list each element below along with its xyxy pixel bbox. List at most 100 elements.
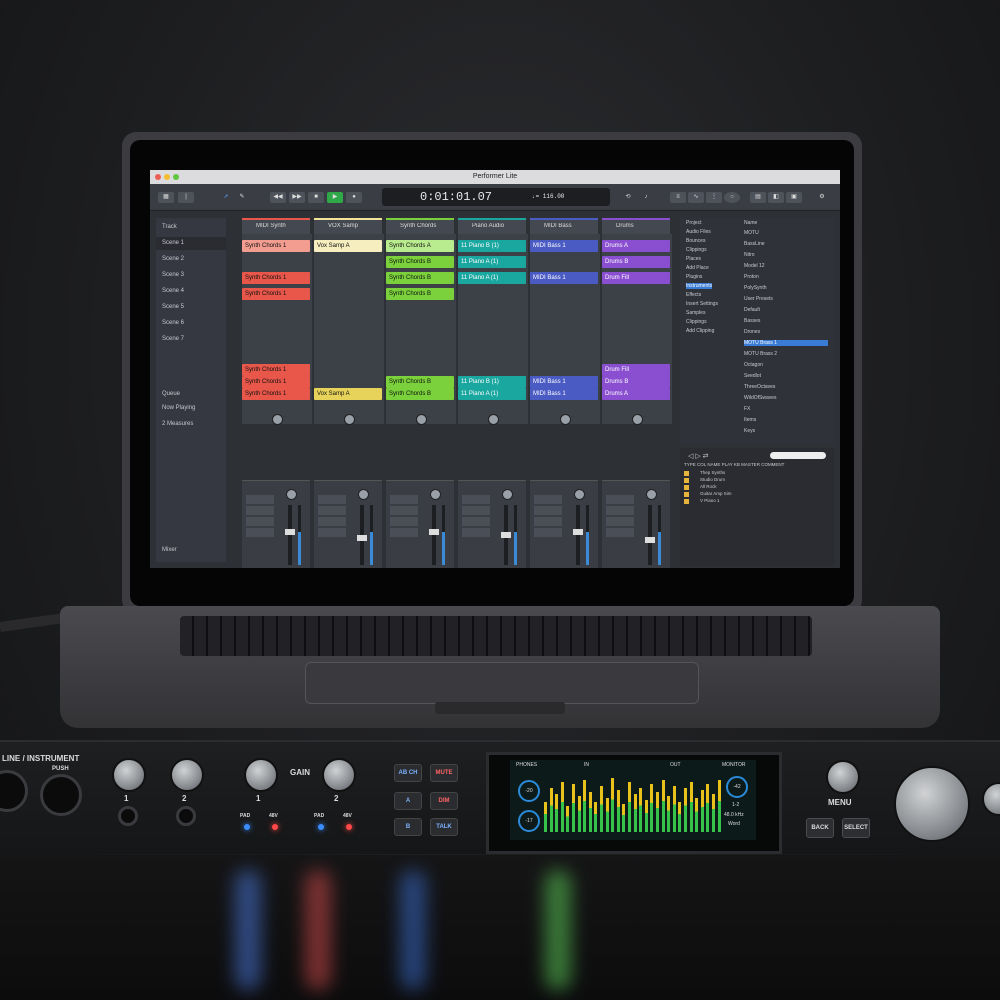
tree-item[interactable]: Instruments [686,283,713,289]
volume-fader[interactable] [501,505,511,565]
tree-item[interactable]: Seedlot [744,373,828,379]
combo-input-2[interactable] [40,774,82,816]
insert-slot[interactable] [534,528,562,537]
pointer-tool-icon[interactable]: ➚ [218,192,234,203]
metronome-icon[interactable]: ♪ [638,192,654,203]
volume-fader[interactable] [573,505,583,565]
clip[interactable]: Drum Fill [602,272,670,284]
tree-item[interactable]: Drones [744,329,828,335]
scene-row[interactable]: Scene 2 [156,253,226,266]
insert-slot[interactable] [390,495,418,504]
layout-icon[interactable]: ▣ [786,192,802,203]
insert-slot[interactable] [318,495,346,504]
tree-item[interactable]: Nitro [744,252,828,258]
tree-item[interactable]: ThreeOctaves [744,384,828,390]
list-item[interactable]: V Piano 1 [684,498,830,505]
clip[interactable]: Vox Samp A [314,240,382,252]
stop-clip-button[interactable] [416,414,427,425]
clip[interactable]: Synth Chords B [386,272,454,284]
time-counter[interactable]: 0:01:01.07 ♩= 116.00 [382,188,610,206]
insert-slot[interactable] [390,517,418,526]
tree-item[interactable]: Plugins [686,274,702,280]
queued-clip[interactable]: 11 Piano A (1) [458,388,526,400]
volume-fader[interactable] [645,505,655,565]
insert-slot[interactable] [246,506,274,515]
ab-ch-button[interactable]: AB CH [394,764,422,782]
tree-item[interactable]: MOTU Brass 2 [744,351,828,357]
volume-fader[interactable] [285,505,295,565]
clip[interactable]: Synth Chords 1 [242,240,310,252]
pad-led[interactable] [244,824,250,830]
fader-cap[interactable] [501,532,511,538]
queued-clip[interactable]: Synth Chords B [386,376,454,388]
scene-row[interactable]: Scene 4 [156,285,226,298]
clip[interactable]: Synth Chords 1 [242,288,310,300]
pan-knob[interactable] [646,489,657,500]
gain-knob-1[interactable] [112,758,146,792]
fader-cap[interactable] [285,529,295,535]
list-item[interactable]: Studio Drum [684,477,830,484]
list-view-icon[interactable]: ≡ [670,192,686,203]
tree-item[interactable]: FX [744,406,828,412]
pan-knob[interactable] [358,489,369,500]
tree-item[interactable]: Project [686,220,702,226]
scene-row[interactable]: Scene 7 [156,333,226,346]
insert-slot[interactable] [462,495,490,504]
insert-slot[interactable] [534,495,562,504]
clip[interactable]: Synth Chords 1 [242,272,310,284]
insert-slot[interactable] [534,506,562,515]
insert-slot[interactable] [318,528,346,537]
insert-slot[interactable] [390,506,418,515]
tree-item[interactable]: Audio Files [686,229,711,235]
track-header[interactable]: Synth Chords [386,218,454,234]
edge-knob[interactable] [982,782,1000,816]
track-header[interactable]: Drums [602,218,670,234]
tree-item[interactable]: Samples [686,310,705,316]
gain-knob-4[interactable] [322,758,356,792]
back-button[interactable]: BACK [806,818,834,838]
stop-clip-button[interactable] [632,414,643,425]
insert-slot[interactable] [318,517,346,526]
queued-clip[interactable]: Synth Chords 1 [242,376,310,388]
queued-clip[interactable]: Drums B [602,376,670,388]
tree-item[interactable]: Basses [744,318,828,324]
scene-row[interactable]: Scene 3 [156,269,226,282]
mute-button[interactable]: MUTE [430,764,458,782]
clip[interactable]: MIDI Bass 1 [530,240,598,252]
tree-item[interactable]: Octagon [744,362,828,368]
headphone-jack-2[interactable] [176,806,196,826]
tree-item[interactable]: Model 12 [744,263,828,269]
fader-cap[interactable] [645,537,655,543]
volume-fader[interactable] [429,505,439,565]
pencil-tool-icon[interactable]: ✎ [234,192,250,203]
queued-clip[interactable]: Drum Fill [602,364,670,376]
phantom-power-led[interactable] [272,824,278,830]
back-icon[interactable]: ◁ ▷ ⇄ [688,452,709,460]
queued-clip[interactable]: Vox Samp A [314,388,382,400]
tree-item[interactable]: WildOfSwaves [744,395,828,401]
fader-cap[interactable] [357,535,367,541]
tree-item[interactable]: Add Place [686,265,709,271]
insert-slot[interactable] [390,528,418,537]
tree-item[interactable]: User Presets [744,296,828,302]
insert-slot[interactable] [318,506,346,515]
tree-item[interactable]: BassLine [744,241,828,247]
clip[interactable]: Synth Chords B [386,288,454,300]
tree-item[interactable]: Proton [744,274,828,280]
queued-clip[interactable]: Drums A [602,388,670,400]
tree-item[interactable]: Effects [686,292,701,298]
dim-button[interactable]: DIM [430,792,458,810]
insert-slot[interactable] [606,528,634,537]
scene-row[interactable]: Scene 6 [156,317,226,330]
combo-input-1[interactable] [0,770,28,812]
a-button[interactable]: A [394,792,422,810]
pad-led[interactable] [318,824,324,830]
insert-slot[interactable] [606,517,634,526]
tree-item[interactable]: MOTU [744,230,828,236]
list-item[interactable]: All Rock [684,484,830,491]
insert-slot[interactable] [606,506,634,515]
edit-icon[interactable]: | [178,192,194,203]
trackpad[interactable] [305,662,699,704]
clip[interactable]: 11 Piano A (1) [458,256,526,268]
mixer-icon[interactable]: ⋮ [706,192,722,203]
